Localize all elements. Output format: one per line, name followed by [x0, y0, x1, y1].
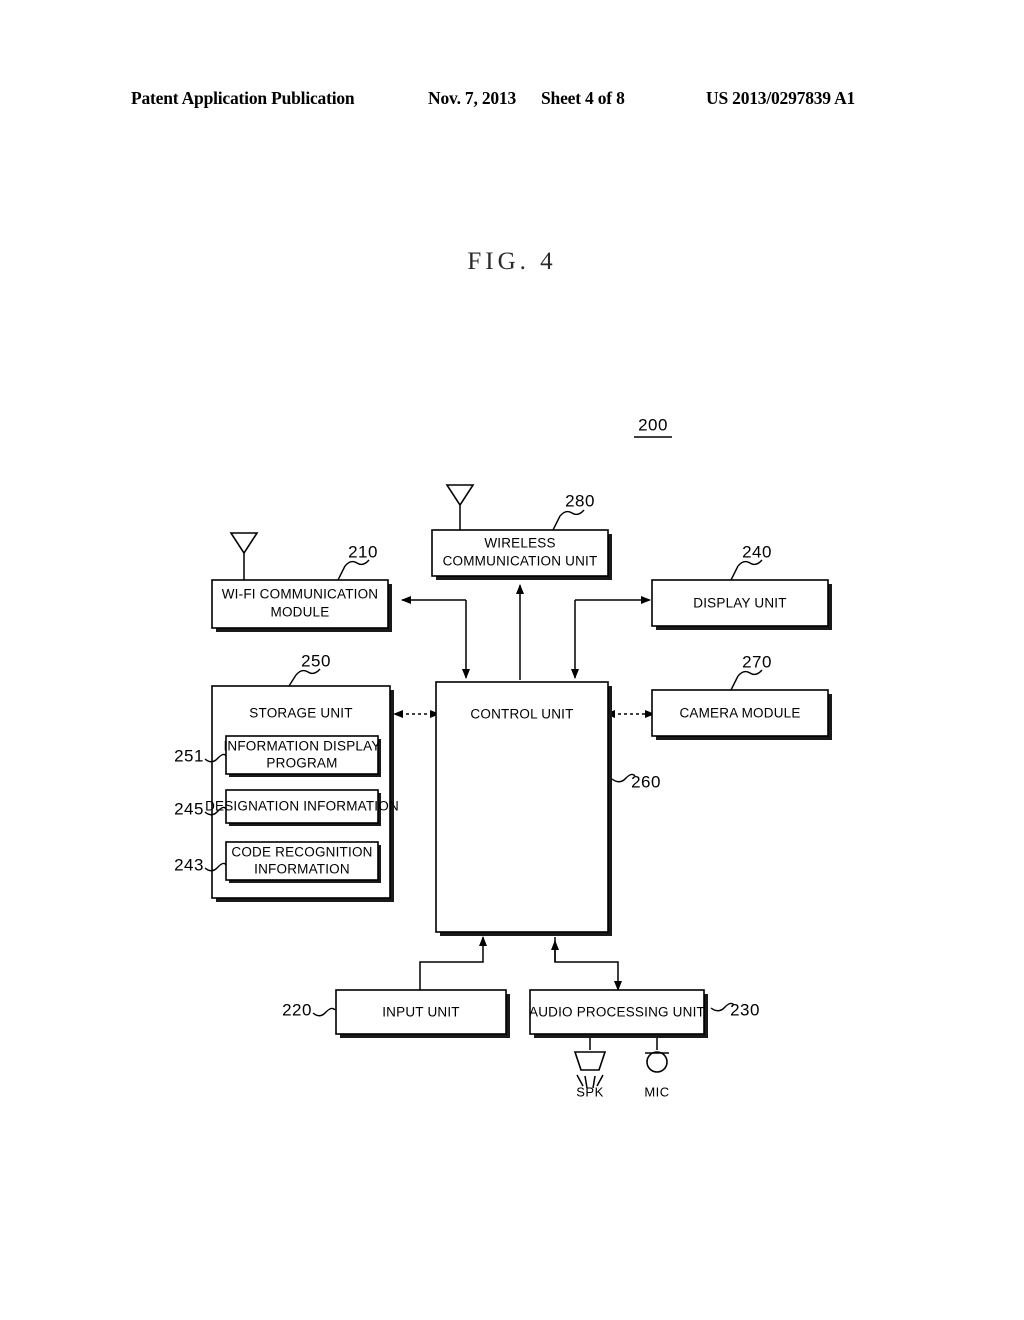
- ref-270-label: 270: [742, 652, 772, 671]
- system-ref-200: 200: [634, 415, 672, 438]
- audio-label: AUDIO PROCESSING UNIT: [529, 1005, 705, 1020]
- storage-item-2-line2: INFORMATION: [254, 862, 350, 877]
- block-audio-processing-unit[interactable]: AUDIO PROCESSING UNIT: [529, 989, 708, 1038]
- ref-260: 260: [611, 772, 661, 791]
- ref-250-label: 250: [301, 651, 331, 670]
- camera-label: CAMERA MODULE: [679, 706, 800, 721]
- ref-280: 280: [552, 491, 595, 531]
- block-wifi-communication-module[interactable]: WI-FI COMMUNICATION MODULE: [211, 579, 392, 632]
- ref-210: 210: [337, 542, 378, 581]
- storage-item-code-recognition-information[interactable]: CODE RECOGNITION INFORMATION: [225, 841, 381, 883]
- ref-210-label: 210: [348, 542, 378, 561]
- block-wireless-communication-unit[interactable]: WIRELESS COMMUNICATION UNIT: [431, 529, 612, 580]
- storage-item-1-line1: DESIGNATION INFORMATION: [205, 799, 399, 814]
- ref-260-label: 260: [631, 772, 661, 791]
- ref-270: 270: [730, 652, 772, 691]
- microphone-icon: [645, 1051, 669, 1073]
- block-storage-unit[interactable]: STORAGE UNIT INFORMATION DISPLAY PROGRAM…: [205, 685, 399, 902]
- block-control-unit[interactable]: CONTROL UNIT: [435, 681, 612, 936]
- antenna-icon-wireless: [445, 484, 475, 530]
- wifi-label-line1: WI-FI COMMUNICATION: [222, 587, 379, 602]
- storage-label: STORAGE UNIT: [249, 706, 352, 721]
- ref-230: 230: [710, 1000, 760, 1019]
- speaker-icon: [573, 1051, 607, 1089]
- storage-item-designation-information[interactable]: DESIGNATION INFORMATION: [205, 789, 399, 826]
- storage-item-2-line1: CODE RECOGNITION: [231, 845, 372, 860]
- microphone-label: MIC: [644, 1084, 669, 1099]
- storage-item-information-display-program[interactable]: INFORMATION DISPLAY PROGRAM: [223, 735, 381, 777]
- ref-243-label: 243: [174, 855, 204, 874]
- ref-220: 220: [282, 1000, 336, 1019]
- wireless-label-line1: WIRELESS: [484, 536, 555, 551]
- block-diagram: 200 WI-FI COMMUNICATION MODULE 210 WIREL…: [174, 415, 832, 1099]
- input-label: INPUT UNIT: [382, 1005, 460, 1020]
- block-display-unit[interactable]: DISPLAY UNIT: [651, 579, 832, 630]
- storage-item-0-line1: INFORMATION DISPLAY: [223, 739, 380, 754]
- display-label: DISPLAY UNIT: [693, 596, 786, 611]
- ref-240: 240: [730, 542, 772, 581]
- ref-251-label: 251: [174, 746, 204, 765]
- ref-280-label: 280: [565, 491, 595, 510]
- storage-item-0-line2: PROGRAM: [266, 756, 337, 771]
- ref-220-label: 220: [282, 1000, 312, 1019]
- wifi-label-line2: MODULE: [271, 605, 330, 620]
- ref-250: 250: [288, 651, 331, 687]
- ref-230-label: 230: [730, 1000, 760, 1019]
- wireless-label-line2: COMMUNICATION UNIT: [443, 554, 598, 569]
- patent-page: Patent Application Publication Nov. 7, 2…: [0, 0, 1024, 1320]
- control-label: CONTROL UNIT: [470, 707, 573, 722]
- ref-240-label: 240: [742, 542, 772, 561]
- block-camera-module[interactable]: CAMERA MODULE: [651, 689, 832, 740]
- ref-245-label: 245: [174, 799, 204, 818]
- block-input-unit[interactable]: INPUT UNIT: [335, 989, 510, 1038]
- antenna-icon-wifi: [229, 532, 259, 580]
- speaker-label: SPK: [576, 1084, 604, 1099]
- system-ref-label: 200: [638, 415, 668, 434]
